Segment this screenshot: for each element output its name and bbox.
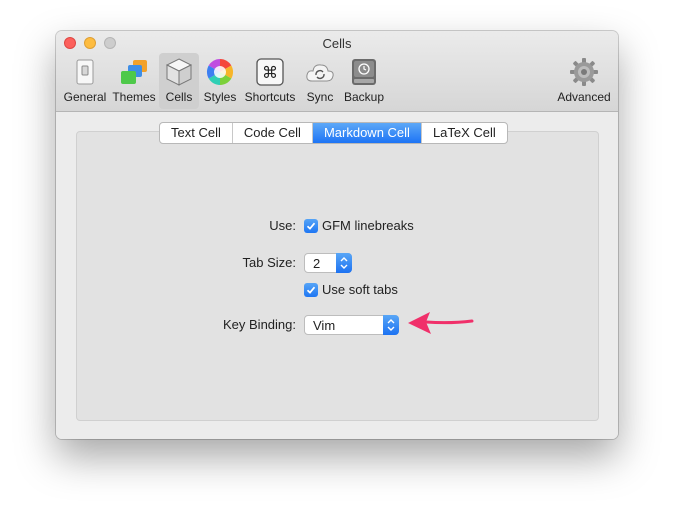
sync-cloud-icon — [306, 64, 334, 82]
titlebar: Cells General Themes Cells Styles ⌘ Shor… — [56, 31, 618, 112]
gfm-linebreaks-label[interactable]: GFM linebreaks — [322, 218, 414, 233]
toolbar-label-shortcuts: Shortcuts — [244, 90, 296, 104]
key-binding-label: Key Binding: — [223, 317, 296, 332]
soft-tabs-checkbox[interactable] — [304, 283, 318, 297]
use-label: Use: — [269, 218, 296, 233]
preferences-content: Text Cell Code Cell Markdown Cell LaTeX … — [56, 112, 618, 439]
cells-settings-panel — [76, 131, 599, 421]
key-binding-value: Vim — [313, 318, 336, 333]
checkmark-icon — [306, 222, 316, 230]
soft-tabs-label[interactable]: Use soft tabs — [322, 282, 398, 297]
backup-drive-icon — [352, 59, 376, 85]
preferences-window: Cells General Themes Cells Styles ⌘ Shor… — [56, 31, 618, 439]
updown-chevron-icon — [387, 319, 395, 331]
tab-size-label: Tab Size: — [242, 255, 296, 270]
cell-type-tabs: Text Cell Code Cell Markdown Cell LaTeX … — [159, 122, 508, 144]
general-switch-icon — [76, 59, 94, 85]
toolbar-label-sync: Sync — [306, 90, 334, 104]
tab-latex-cell[interactable]: LaTeX Cell — [422, 123, 507, 143]
toolbar-item-cells[interactable]: Cells — [159, 53, 199, 109]
toolbar-item-styles[interactable]: Styles — [201, 53, 239, 109]
toolbar-label-backup: Backup — [343, 90, 385, 104]
toolbar-item-shortcuts[interactable]: ⌘ Shortcuts — [242, 53, 298, 109]
toolbar-label-cells: Cells — [165, 90, 193, 104]
toolbar-item-backup[interactable]: Backup — [342, 53, 386, 109]
svg-text:⌘: ⌘ — [262, 63, 278, 82]
toolbar-item-sync[interactable]: Sync — [301, 53, 339, 109]
window-title: Cells — [322, 36, 352, 51]
toolbar-label-general: General — [63, 90, 107, 104]
command-key-icon: ⌘ — [256, 58, 284, 86]
tab-code-cell[interactable]: Code Cell — [233, 123, 313, 143]
advanced-gear-icon — [570, 58, 598, 86]
annotation-arrow-icon — [408, 312, 474, 334]
toolbar-item-advanced[interactable]: Advanced — [556, 53, 612, 109]
toolbar-item-general[interactable]: General — [62, 53, 108, 109]
toolbar-label-themes: Themes — [112, 90, 156, 104]
tab-markdown-cell[interactable]: Markdown Cell — [312, 123, 422, 143]
toolbar-label-styles: Styles — [203, 90, 237, 104]
key-binding-select-arrows[interactable] — [383, 315, 399, 335]
tab-text-cell[interactable]: Text Cell — [160, 123, 233, 143]
cells-cube-icon — [165, 58, 193, 86]
styles-colorwheel-icon — [206, 58, 234, 86]
tab-size-value: 2 — [313, 256, 321, 271]
updown-chevron-icon — [340, 257, 348, 269]
toolbar-item-themes[interactable]: Themes — [110, 53, 158, 109]
tab-size-stepper-arrows[interactable] — [336, 253, 352, 273]
themes-windows-icon — [121, 60, 147, 84]
toolbar-label-advanced: Advanced — [557, 90, 611, 104]
tab-size-stepper[interactable]: 2 — [304, 253, 352, 273]
gfm-linebreaks-checkbox[interactable] — [304, 219, 318, 233]
key-binding-select[interactable]: Vim — [304, 315, 399, 335]
checkmark-icon — [306, 286, 316, 294]
